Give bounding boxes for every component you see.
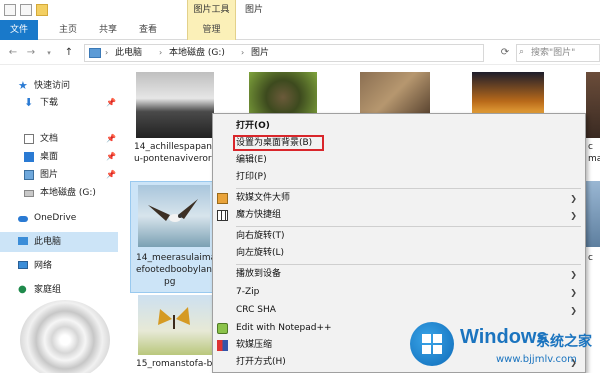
submenu-arrow-icon: ❯: [570, 211, 577, 220]
tab-home[interactable]: 主页: [50, 20, 86, 40]
download-icon: ⬇: [24, 96, 34, 109]
thumbnail-image[interactable]: [586, 72, 600, 138]
menu-item-rotate-right[interactable]: 向右旋转(T): [213, 228, 585, 245]
menu-separator: [236, 188, 581, 189]
desktop-icon: [24, 152, 34, 162]
submenu-arrow-icon: ❯: [570, 288, 577, 297]
menu-item-crc-sha[interactable]: CRC SHA ❯: [213, 302, 585, 319]
sidebar-item-onedrive[interactable]: OneDrive: [0, 208, 118, 228]
menu-item-rotate-left[interactable]: 向左旋转(L): [213, 245, 585, 262]
file-name[interactable]: c: [588, 252, 600, 264]
homegroup-icon: ●: [18, 284, 27, 295]
seabird-icon: [148, 199, 198, 222]
sidebar-item-desktop[interactable]: 桌面 📌: [0, 147, 118, 167]
windows-logo-icon: [410, 322, 454, 366]
refresh-icon[interactable]: ⟳: [497, 44, 513, 62]
computer-icon: [89, 48, 101, 58]
breadcrumb-separator[interactable]: ›: [241, 45, 244, 61]
file-name[interactable]: u-pontenaviveror: [134, 153, 214, 165]
tab-share[interactable]: 共享: [90, 20, 126, 40]
watermark-url: www.bjjmlv.com: [496, 354, 577, 365]
computer-icon: [18, 237, 28, 245]
file-name[interactable]: pg: [164, 276, 184, 288]
watermark-subtitle: 系统之家: [536, 334, 592, 350]
document-icon: [24, 134, 34, 144]
network-icon: [18, 261, 28, 269]
file-icon[interactable]: [4, 4, 16, 16]
picture-tools-tab: 图片工具: [187, 0, 236, 20]
decorative-swirl: [20, 300, 110, 373]
menu-item-file-master[interactable]: 软媒文件大师 ❯: [213, 190, 585, 207]
tab-view[interactable]: 查看: [130, 20, 166, 40]
file-name[interactable]: c: [588, 141, 600, 153]
pictures-icon: [24, 170, 34, 180]
menu-item-cast-to-device[interactable]: 播放到设备 ❯: [213, 266, 585, 283]
search-input[interactable]: 搜索"图片": [516, 44, 600, 62]
file-name[interactable]: 15_romanstofa-b: [136, 358, 216, 370]
navigation-bar: ← → ▾ ↑ › 此电脑 › 本地磁盘 (G:) › 图片 ⟳ 搜索"图片" …: [0, 41, 600, 65]
menu-item-7zip[interactable]: 7-Zip ❯: [213, 284, 585, 301]
forward-arrow-icon[interactable]: →: [24, 45, 38, 61]
thumbnail-image[interactable]: [138, 185, 210, 247]
star-icon: ★: [18, 79, 28, 92]
thumbnail-image[interactable]: [136, 72, 214, 138]
butterfly-icon: [158, 307, 190, 329]
drive-icon: [24, 190, 34, 197]
thumbnail-image[interactable]: [138, 295, 212, 355]
thumbnail-image[interactable]: [472, 72, 544, 114]
file-name[interactable]: 14_meerasulaima: [136, 252, 216, 264]
breadcrumb-separator[interactable]: ›: [159, 45, 162, 61]
tab-file[interactable]: 文件: [0, 20, 38, 40]
search-icon: ⌕: [519, 47, 525, 57]
ruanmei-icon: [217, 193, 228, 204]
sidebar-item-local-disk[interactable]: 本地磁盘 (G:): [0, 183, 118, 203]
tab-manage[interactable]: 管理: [187, 20, 236, 40]
file-name[interactable]: efootedboobylan: [136, 264, 216, 276]
window-title: 图片: [245, 5, 264, 15]
thumbnail-image[interactable]: [249, 72, 317, 114]
file-name[interactable]: 14_achillespapan: [134, 141, 214, 153]
file-name[interactable]: mac: [588, 153, 600, 165]
menu-separator: [236, 226, 581, 227]
grid-icon: [217, 210, 228, 221]
recent-dropdown-icon[interactable]: ▾: [42, 45, 56, 61]
notepad-icon: [217, 323, 228, 334]
watermark-title: Windows: [460, 326, 548, 348]
pin-icon[interactable]: 📌: [106, 165, 116, 185]
submenu-arrow-icon: ❯: [570, 194, 577, 203]
submenu-arrow-icon: ❯: [570, 306, 577, 315]
folder-icon[interactable]: [36, 4, 48, 16]
sidebar-item-pictures[interactable]: 图片 📌: [0, 165, 118, 185]
thumbnail-image[interactable]: [360, 72, 430, 114]
menu-item-edit[interactable]: 编辑(E): [213, 152, 585, 169]
pin-icon[interactable]: 📌: [106, 147, 116, 167]
cloud-icon: [18, 216, 28, 222]
pin-icon[interactable]: 📌: [106, 129, 116, 149]
checklist-icon[interactable]: [20, 4, 32, 16]
sidebar-item-network[interactable]: 网络: [0, 256, 118, 276]
pin-icon[interactable]: 📌: [106, 93, 116, 113]
breadcrumb-separator[interactable]: ›: [105, 45, 108, 61]
sidebar-item-homegroup[interactable]: ● 家庭组: [0, 280, 118, 300]
compress-icon: [217, 340, 228, 351]
title-bar: 图片工具 图片: [0, 0, 600, 20]
ribbon-tabs: 文件 主页 共享 查看 管理: [0, 20, 600, 40]
menu-item-magic-cube[interactable]: 魔方快捷组 ❯: [213, 207, 585, 224]
breadcrumb-pictures[interactable]: 图片: [251, 45, 269, 61]
thumbnail-image[interactable]: [586, 181, 600, 247]
address-bar[interactable]: › 此电脑 › 本地磁盘 (G:) › 图片: [84, 44, 484, 62]
menu-separator: [236, 264, 581, 265]
sidebar-item-documents[interactable]: 文档 📌: [0, 129, 118, 149]
submenu-arrow-icon: ❯: [570, 270, 577, 279]
menu-item-open[interactable]: 打开(O): [213, 118, 585, 135]
sidebar-item-downloads[interactable]: ⬇ 下载 📌: [0, 93, 118, 113]
breadcrumb-drive[interactable]: 本地磁盘 (G:): [169, 45, 225, 61]
menu-item-print[interactable]: 打印(P): [213, 169, 585, 186]
back-arrow-icon[interactable]: ←: [6, 45, 20, 61]
up-arrow-icon[interactable]: ↑: [62, 45, 76, 61]
sidebar-item-this-pc[interactable]: 此电脑: [0, 232, 118, 252]
highlight-box: [233, 135, 324, 151]
breadcrumb-this-pc[interactable]: 此电脑: [115, 45, 142, 61]
